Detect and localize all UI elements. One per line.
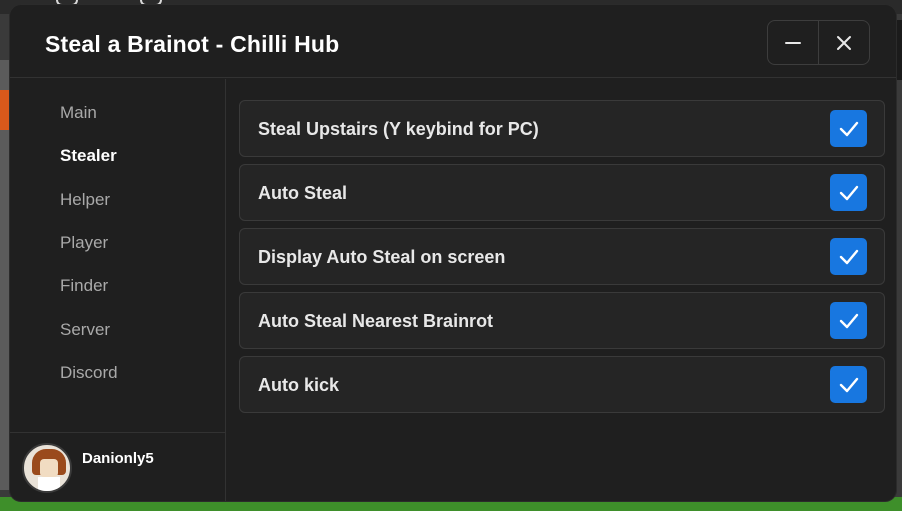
minimize-button[interactable] bbox=[768, 21, 818, 64]
user-profile: Danionly5 bbox=[10, 432, 226, 501]
close-button[interactable] bbox=[818, 21, 869, 64]
checkmark-icon bbox=[839, 313, 858, 328]
checkmark-icon bbox=[839, 377, 858, 392]
checkmark-icon bbox=[839, 121, 858, 136]
toggle-label: Auto Steal bbox=[258, 183, 348, 203]
toggle-label: Steal Upstairs (Y keybind for PC) bbox=[258, 119, 539, 139]
sidebar-item-discord[interactable]: Discord bbox=[60, 363, 118, 383]
avatar bbox=[22, 443, 72, 493]
toggle-steal-upstairs[interactable]: Steal Upstairs (Y keybind for PC) bbox=[239, 100, 885, 157]
checkmark-icon bbox=[839, 249, 858, 264]
toggle-auto-steal-nearest[interactable]: Auto Steal Nearest Brainrot bbox=[239, 292, 885, 349]
sidebar-item-main[interactable]: Main bbox=[60, 103, 97, 123]
checkbox-display-auto-steal[interactable] bbox=[830, 238, 867, 275]
checkmark-icon bbox=[839, 185, 858, 200]
hub-window: Steal a Brainot - Chilli Hub Main Steale… bbox=[9, 4, 897, 502]
checkbox-steal-upstairs[interactable] bbox=[830, 110, 867, 147]
toggle-auto-kick[interactable]: Auto kick bbox=[239, 356, 885, 413]
toggle-label: Auto kick bbox=[258, 375, 340, 395]
sidebar: Main Stealer Helper Player Finder Server… bbox=[10, 79, 226, 501]
sidebar-item-server[interactable]: Server bbox=[60, 320, 110, 340]
checkbox-auto-steal[interactable] bbox=[830, 174, 867, 211]
sidebar-item-finder[interactable]: Finder bbox=[60, 276, 108, 296]
minus-icon bbox=[785, 41, 801, 44]
window-title: Steal a Brainot - Chilli Hub bbox=[45, 31, 340, 57]
toggle-label: Auto Steal Nearest Brainrot bbox=[258, 311, 494, 331]
toggle-display-auto-steal[interactable]: Display Auto Steal on screen bbox=[239, 228, 885, 285]
window-controls bbox=[767, 20, 870, 65]
stealer-panel: Steal Upstairs (Y keybind for PC) Auto S… bbox=[239, 100, 885, 420]
sidebar-item-stealer[interactable]: Stealer bbox=[60, 146, 117, 166]
close-icon bbox=[837, 35, 851, 50]
checkbox-auto-kick[interactable] bbox=[830, 366, 867, 403]
checkbox-auto-steal-nearest[interactable] bbox=[830, 302, 867, 339]
toggle-label: Display Auto Steal on screen bbox=[258, 247, 506, 267]
sidebar-item-player[interactable]: Player bbox=[60, 233, 108, 253]
toggle-auto-steal[interactable]: Auto Steal bbox=[239, 164, 885, 221]
sidebar-item-helper[interactable]: Helper bbox=[60, 190, 110, 210]
username: Danionly5 bbox=[82, 450, 154, 467]
title-bar[interactable]: Steal a Brainot - Chilli Hub bbox=[10, 5, 896, 78]
